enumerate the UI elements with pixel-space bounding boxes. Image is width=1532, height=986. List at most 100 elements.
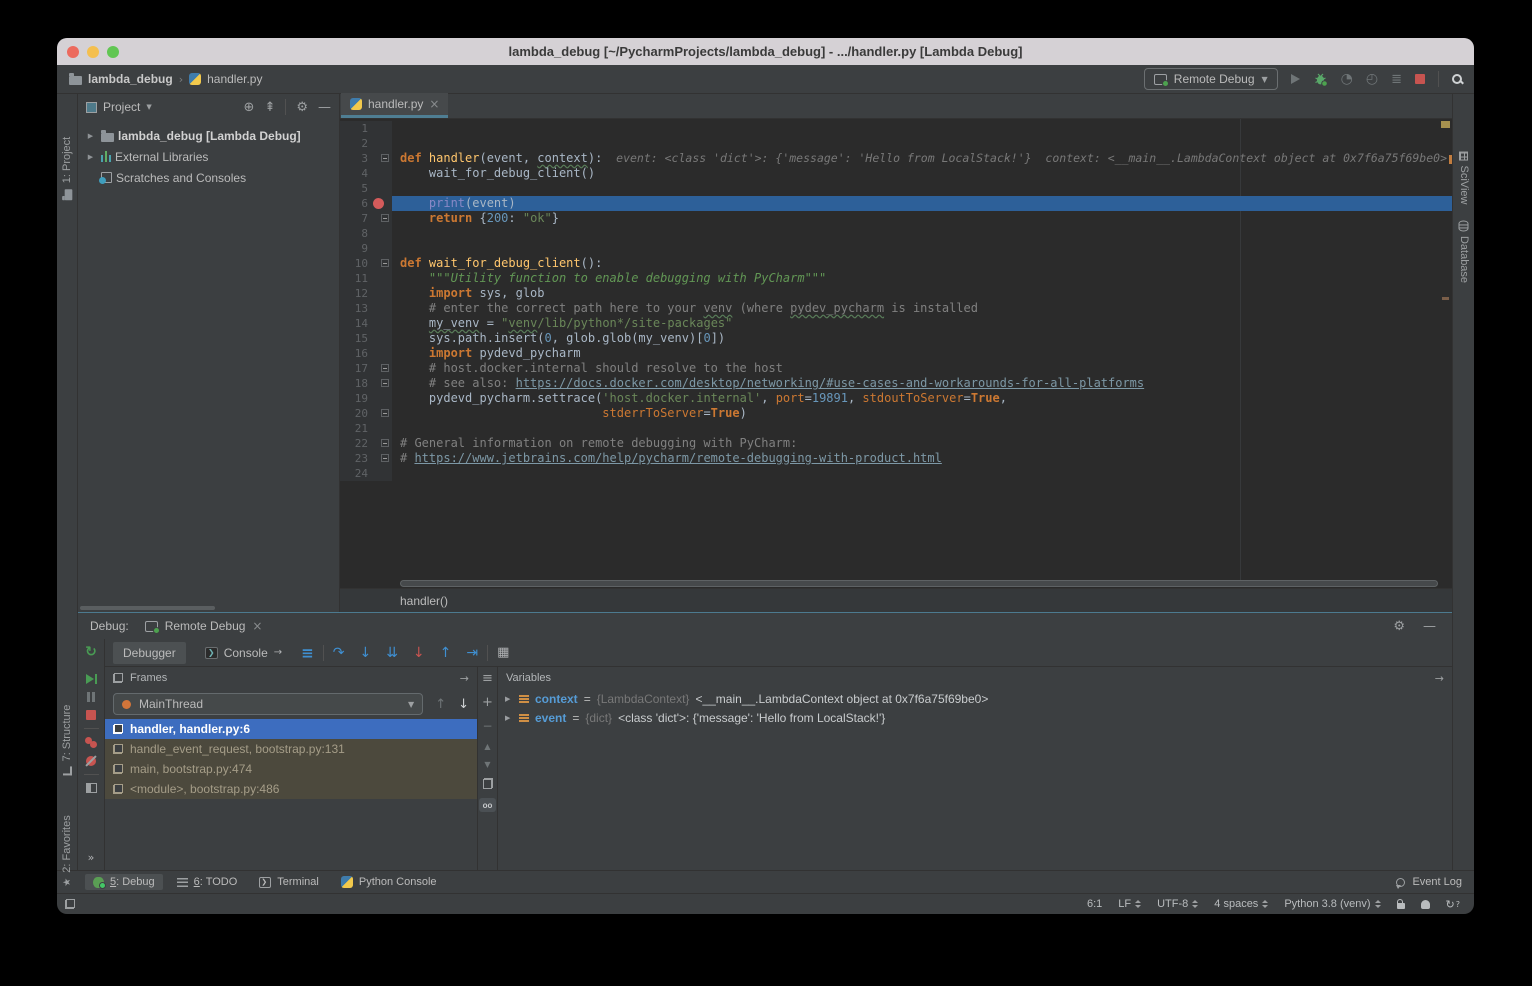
tool-tab-favorites[interactable]: ★ 2: Favorites [61, 815, 73, 886]
code-line[interactable]: 8 [340, 226, 1452, 241]
gutter[interactable]: 15 [340, 331, 392, 346]
step-into-icon[interactable]: ↓ [359, 645, 371, 661]
gear-icon[interactable]: ⚙ [296, 100, 308, 115]
debug-session-tab[interactable]: Remote Debug × [145, 619, 263, 633]
inspections-hector-icon[interactable] [1421, 900, 1430, 909]
project-panel-title[interactable]: Project [103, 100, 140, 114]
frame-row[interactable]: <module>, bootstrap.py:486 [105, 779, 477, 799]
gutter[interactable]: 12 [340, 286, 392, 301]
tool-window-button-todo[interactable]: 6: TODO [169, 874, 246, 890]
code-line[interactable]: 14 my_venv = "venv/lib/python*/site-pack… [340, 316, 1452, 331]
close-icon[interactable]: × [252, 619, 262, 633]
code-line[interactable]: 15 sys.path.insert(0, glob.glob(my_venv)… [340, 331, 1452, 346]
code-line[interactable]: 1 [340, 121, 1452, 136]
next-frame-icon[interactable]: ↓ [458, 697, 469, 712]
project-scrollbar[interactable] [80, 606, 215, 610]
fold-start-icon[interactable] [381, 364, 389, 372]
pin-icon[interactable]: → [274, 647, 282, 658]
editor-tab-handler[interactable]: handler.py × [341, 93, 448, 118]
line-number[interactable]: 7 [340, 211, 368, 226]
sync-icon[interactable]: ↻? [1446, 898, 1460, 911]
code-line[interactable]: 11 """Utility function to enable debuggi… [340, 271, 1452, 286]
line-number[interactable]: 2 [340, 136, 368, 151]
code-line[interactable]: 16 import pydevd_pycharm [340, 346, 1452, 361]
expand-chevron-icon[interactable]: ▶ [505, 714, 513, 722]
gutter[interactable]: 22 [340, 436, 392, 451]
gutter[interactable]: 1 [340, 121, 392, 136]
fold-start-icon[interactable] [381, 154, 389, 162]
fold-end-icon[interactable] [381, 214, 389, 222]
line-number[interactable]: 5 [340, 181, 368, 196]
code-line[interactable]: 20 stderrToServer=True) [340, 406, 1452, 421]
restore-layout-icon[interactable] [86, 783, 97, 793]
gutter[interactable]: 4 [340, 166, 392, 181]
interpreter-select[interactable]: Python 3.8 (venv) [1284, 898, 1380, 910]
gutter[interactable]: 23 [340, 451, 392, 466]
tab-console[interactable]: ❯ Console → [195, 642, 292, 664]
gutter[interactable]: 13 [340, 301, 392, 316]
line-number[interactable]: 22 [340, 436, 368, 451]
tool-tab-database[interactable]: Database [1458, 221, 1470, 283]
gutter[interactable]: 21 [340, 421, 392, 436]
step-over-icon[interactable]: ↷ [333, 645, 345, 661]
line-number[interactable]: 16 [340, 346, 368, 361]
tool-tab-project[interactable]: 1: Project [61, 137, 73, 201]
line-number[interactable]: 6 [340, 196, 368, 211]
line-number[interactable]: 21 [340, 421, 368, 436]
line-number[interactable]: 13 [340, 301, 368, 316]
line-number[interactable]: 20 [340, 406, 368, 421]
line-number[interactable]: 24 [340, 466, 368, 481]
code-line[interactable]: 2 [340, 136, 1452, 151]
variable-row[interactable]: ▶context = {LambdaContext} <__main__.Lam… [498, 689, 1452, 708]
code-line[interactable]: 17 # host.docker.internal should resolve… [340, 361, 1452, 376]
gutter[interactable]: 18 [340, 376, 392, 391]
run-icon[interactable] [1291, 74, 1300, 84]
code-line[interactable]: 7 return {200: "ok"} [340, 211, 1452, 226]
gutter[interactable]: 6 [340, 196, 392, 211]
step-out-icon[interactable]: ↑ [440, 645, 452, 661]
breadcrumb-project[interactable]: lambda_debug [88, 72, 173, 86]
show-watches-icon[interactable]: oo [479, 798, 496, 812]
caret-position[interactable]: 6:1 [1087, 898, 1102, 910]
code-line[interactable]: 4 wait_for_debug_client() [340, 166, 1452, 181]
fold-end-icon[interactable] [381, 379, 389, 387]
tool-window-button-debug[interactable]: 5: Debug [85, 874, 163, 890]
line-number[interactable]: 3 [340, 151, 368, 166]
evaluate-expression-icon[interactable]: ▦ [497, 645, 509, 660]
project-tree-item[interactable]: ▶lambda_debug [Lambda Debug] [78, 125, 339, 146]
lock-icon[interactable] [1397, 903, 1405, 909]
rerun-icon[interactable]: ↻ [85, 644, 97, 660]
code-line[interactable]: 12 import sys, glob [340, 286, 1452, 301]
chevron-down-icon[interactable]: ▼ [146, 103, 151, 111]
error-stripe-mark[interactable] [1441, 121, 1450, 128]
line-number[interactable]: 11 [340, 271, 368, 286]
step-into-my-code-icon[interactable]: ↓ [413, 645, 425, 661]
editor-breadcrumb[interactable]: handler() [340, 588, 1452, 612]
line-number[interactable]: 19 [340, 391, 368, 406]
tool-tab-sciview[interactable]: SciView [1458, 152, 1470, 205]
fold-end-icon[interactable] [381, 409, 389, 417]
code-line[interactable]: 10def wait_for_debug_client(): [340, 256, 1452, 271]
hide-panel-icon[interactable]: — [1423, 619, 1436, 634]
run-to-cursor-icon[interactable]: ⇥ [466, 645, 478, 661]
code-area[interactable]: 123def handler(event, context): event: <… [340, 119, 1452, 580]
code-line[interactable]: 21 [340, 421, 1452, 436]
code-line[interactable]: 9 [340, 241, 1452, 256]
code-line[interactable]: 5 [340, 181, 1452, 196]
gear-icon[interactable]: ⚙ [1393, 619, 1405, 634]
code-line[interactable]: 24 [340, 466, 1452, 481]
gutter[interactable]: 3 [340, 151, 392, 166]
view-breakpoints-icon[interactable] [85, 737, 92, 744]
frame-row[interactable]: handler, handler.py:6 [105, 719, 477, 739]
code-line[interactable]: 6 print(event) [340, 196, 1452, 211]
fold-end-icon[interactable] [381, 454, 389, 462]
thread-select[interactable]: MainThread ▼ [113, 693, 423, 715]
code-line[interactable]: 18 # see also: https://docs.docker.com/d… [340, 376, 1452, 391]
close-icon[interactable]: × [429, 97, 439, 111]
line-number[interactable]: 9 [340, 241, 368, 256]
tool-window-button-terminal[interactable]: ❯Terminal [251, 874, 327, 890]
code-line[interactable]: 13 # enter the correct path here to your… [340, 301, 1452, 316]
variable-row[interactable]: ▶event = {dict} <class 'dict'>: {'messag… [498, 708, 1452, 727]
expand-chevron-icon[interactable]: ▶ [505, 695, 513, 703]
run-configuration-select[interactable]: Remote Debug ▼ [1144, 68, 1278, 90]
